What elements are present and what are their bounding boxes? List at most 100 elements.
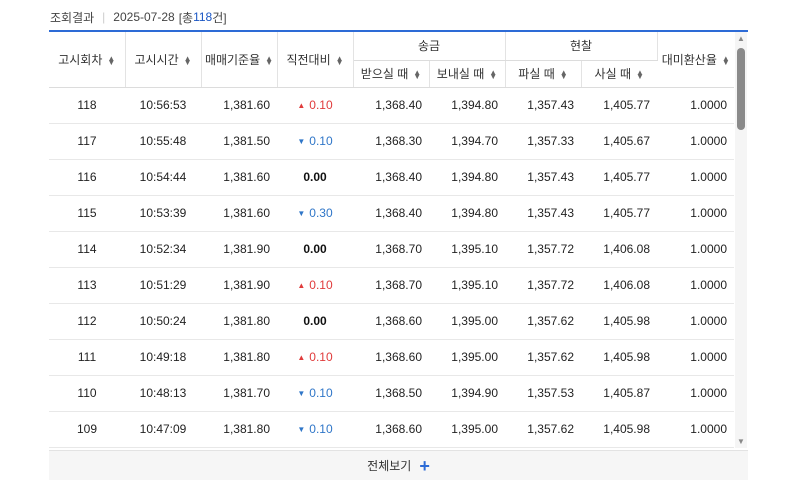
change-value: 0.10	[309, 134, 333, 148]
sort-icon: ▲ ▼	[559, 67, 568, 81]
table-row: 110 10:48:13 1,381.70 ▼ 0.10 1,368.50 1,394.90…	[49, 375, 734, 412]
table-row: 118 10:56:53 1,381.60 ▲ 0.10 1,368.40 1,394.80…	[49, 87, 734, 124]
cell-round: 110	[49, 375, 125, 412]
cell-remit-send: 1,394.80	[429, 87, 505, 124]
cell-cash-sell: 1,357.33	[505, 123, 581, 160]
col-header-time[interactable]: 고시시간 ▲ ▼	[125, 32, 202, 88]
cell-time: 10:48:13	[125, 375, 201, 412]
cell-round: 112	[49, 303, 125, 340]
cell-base-rate: 1,381.60	[201, 195, 277, 232]
cell-usd-rate: 1.0000	[657, 87, 734, 124]
plus-icon: +	[419, 455, 430, 476]
scroll-down-arrow-icon[interactable]: ▼	[737, 437, 745, 446]
cell-base-rate: 1,381.70	[201, 375, 277, 412]
cell-change: ▼ 0.10	[277, 375, 353, 412]
summary-count-prefix: [총	[178, 10, 194, 25]
cell-usd-rate: 1.0000	[657, 303, 734, 340]
down-arrow-icon: ▼	[297, 137, 306, 146]
col-header-cash-sell[interactable]: 파실 때 ▲ ▼	[505, 60, 582, 88]
summary-count-suffix: 건]	[212, 10, 227, 25]
view-all-button[interactable]: 전체보기 +	[49, 450, 748, 480]
cell-base-rate: 1,381.80	[201, 303, 277, 340]
cell-cash-sell: 1,357.43	[505, 159, 581, 196]
cell-usd-rate: 1.0000	[657, 339, 734, 376]
cell-remit-send: 1,395.00	[429, 339, 505, 376]
cell-remit-send: 1,394.80	[429, 195, 505, 232]
summary-label: 조회결과	[50, 10, 95, 25]
change-value: 0.10	[309, 350, 333, 364]
summary-date: 2025-07-28	[113, 10, 175, 24]
cell-time: 10:52:34	[125, 231, 201, 268]
cell-remit-send: 1,395.00	[429, 303, 505, 340]
cell-cash-sell: 1,357.72	[505, 267, 581, 304]
cell-cash-buy: 1,405.77	[581, 159, 657, 196]
vertical-scrollbar[interactable]: ▲ ▼	[735, 32, 747, 448]
view-all-label: 전체보기	[367, 459, 412, 473]
cell-time: 10:50:24	[125, 303, 201, 340]
change-value: 0.00	[303, 314, 327, 328]
down-arrow-icon: ▼	[297, 425, 306, 434]
cell-remit-receive: 1,368.60	[353, 339, 429, 376]
cell-remit-receive: 1,368.60	[353, 303, 429, 340]
change-value: 0.00	[303, 242, 327, 256]
cell-remit-receive: 1,368.40	[353, 87, 429, 124]
cell-remit-send: 1,395.00	[429, 411, 505, 448]
summary-divider: |	[102, 10, 106, 24]
col-header-usd-rate[interactable]: 대미환산율 ▲ ▼	[657, 32, 734, 88]
cell-base-rate: 1,381.60	[201, 87, 277, 124]
col-group-remit: 송금	[353, 32, 506, 61]
table-row: 114 10:52:34 1,381.90 0.00 1,368.70 1,395.10 1…	[49, 231, 734, 268]
table-row: 117 10:55:48 1,381.50 ▼ 0.10 1,368.30 1,394.70…	[49, 123, 734, 160]
table-body: 118 10:56:53 1,381.60 ▲ 0.10 1,368.40 1,394.80…	[49, 87, 734, 448]
cell-change: ▼ 0.30	[277, 195, 353, 232]
exchange-rate-table: 고시회차 ▲ ▼ 고시시간 ▲ ▼ 매매기준율 ▲ ▼ 직전대비 ▲ ▼ 송금 현찰 대미환산율…	[49, 32, 734, 448]
cell-remit-send: 1,394.80	[429, 159, 505, 196]
exchange-rate-table-container: 고시회차 ▲ ▼ 고시시간 ▲ ▼ 매매기준율 ▲ ▼ 직전대비 ▲ ▼ 송금 현찰 대미환산율…	[49, 30, 748, 448]
cell-remit-receive: 1,368.40	[353, 159, 429, 196]
change-value: 0.10	[309, 278, 333, 292]
cell-change: ▲ 0.10	[277, 267, 353, 304]
cell-usd-rate: 1.0000	[657, 195, 734, 232]
sort-icon: ▲ ▼	[413, 67, 422, 81]
cell-base-rate: 1,381.50	[201, 123, 277, 160]
table-row: 109 10:47:09 1,381.80 ▼ 0.10 1,368.60 1,395.00…	[49, 411, 734, 448]
cell-cash-buy: 1,405.98	[581, 411, 657, 448]
table-row: 116 10:54:44 1,381.60 0.00 1,368.40 1,394.80 1…	[49, 159, 734, 196]
cell-time: 10:54:44	[125, 159, 201, 196]
cell-round: 118	[49, 87, 125, 124]
cell-change: 0.00	[277, 303, 353, 340]
col-header-cash-buy[interactable]: 사실 때 ▲ ▼	[581, 60, 657, 88]
sort-icon: ▲ ▼	[721, 53, 730, 67]
cell-cash-sell: 1,357.72	[505, 231, 581, 268]
cell-usd-rate: 1.0000	[657, 267, 734, 304]
cell-cash-sell: 1,357.43	[505, 195, 581, 232]
cell-time: 10:53:39	[125, 195, 201, 232]
cell-remit-receive: 1,368.70	[353, 231, 429, 268]
result-summary: 조회결과 | 2025-07-28 [총 118 건]	[50, 8, 227, 26]
cell-remit-receive: 1,368.30	[353, 123, 429, 160]
sort-icon: ▲ ▼	[489, 67, 498, 81]
col-header-remit-receive[interactable]: 받으실 때 ▲ ▼	[353, 60, 430, 88]
cell-remit-send: 1,395.10	[429, 267, 505, 304]
cell-cash-buy: 1,405.98	[581, 303, 657, 340]
table-row: 113 10:51:29 1,381.90 ▲ 0.10 1,368.70 1,395.10…	[49, 267, 734, 304]
cell-usd-rate: 1.0000	[657, 123, 734, 160]
cell-change: 0.00	[277, 159, 353, 196]
scroll-up-arrow-icon[interactable]: ▲	[737, 34, 745, 43]
cell-time: 10:49:18	[125, 339, 201, 376]
col-header-change[interactable]: 직전대비 ▲ ▼	[277, 32, 354, 88]
col-header-base-rate[interactable]: 매매기준율 ▲ ▼	[201, 32, 278, 88]
cell-round: 115	[49, 195, 125, 232]
cell-usd-rate: 1.0000	[657, 375, 734, 412]
cell-usd-rate: 1.0000	[657, 411, 734, 448]
col-header-remit-send[interactable]: 보내실 때 ▲ ▼	[429, 60, 506, 88]
cell-change: ▲ 0.10	[277, 339, 353, 376]
scrollbar-thumb[interactable]	[737, 48, 745, 130]
change-value: 0.10	[309, 422, 333, 436]
cell-time: 10:51:29	[125, 267, 201, 304]
cell-remit-send: 1,394.90	[429, 375, 505, 412]
cell-base-rate: 1,381.80	[201, 411, 277, 448]
down-arrow-icon: ▼	[297, 209, 306, 218]
col-header-round[interactable]: 고시회차 ▲ ▼	[49, 32, 126, 88]
sort-icon: ▲ ▼	[636, 67, 644, 81]
